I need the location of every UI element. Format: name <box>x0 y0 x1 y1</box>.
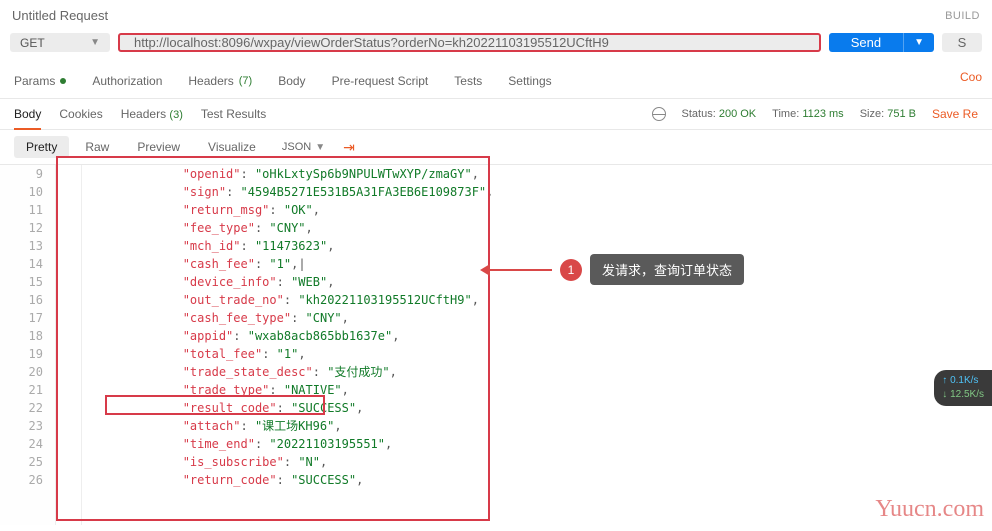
annotation-number: 1 <box>560 259 582 281</box>
resp-tab-cookies[interactable]: Cookies <box>59 107 102 121</box>
send-dropdown[interactable]: ▼ <box>903 33 934 52</box>
url-input[interactable]: http://localhost:8096/wxpay/viewOrderSta… <box>118 33 821 52</box>
response-body[interactable]: 91011121314151617181920212223242526 "ope… <box>0 165 992 525</box>
tab-headers[interactable]: Headers (7) <box>188 68 252 98</box>
resp-tab-results[interactable]: Test Results <box>201 107 266 121</box>
method-selector[interactable]: GET ▼ <box>10 33 110 52</box>
resp-tab-body[interactable]: Body <box>14 107 41 130</box>
resp-tab-headers[interactable]: Headers (3) <box>121 107 183 121</box>
arrow-icon <box>482 269 552 271</box>
request-title[interactable]: Untitled Request <box>12 8 108 23</box>
time-block: Time: 1123 ms <box>772 108 844 120</box>
chevron-down-icon: ▼ <box>90 37 100 48</box>
save-button[interactable]: S <box>942 33 982 52</box>
wrap-icon[interactable]: ⇥ <box>343 139 355 156</box>
view-raw[interactable]: Raw <box>73 136 121 158</box>
network-stats: ↑ 0.1K/s ↓ 12.5K/s <box>934 370 992 406</box>
download-speed: ↓ 12.5K/s <box>942 388 984 402</box>
format-selector[interactable]: JSON ▼ <box>272 137 335 157</box>
size-block: Size: 751 B <box>860 108 916 120</box>
url-text: http://localhost:8096/wxpay/viewOrderSta… <box>134 35 609 50</box>
annotation: 1 发请求，查询订单状态 <box>482 254 744 285</box>
fold-ruler <box>56 165 82 525</box>
tab-prerequest[interactable]: Pre-request Script <box>332 68 429 98</box>
view-pretty[interactable]: Pretty <box>14 136 69 158</box>
tab-body[interactable]: Body <box>278 68 305 98</box>
upload-speed: ↑ 0.1K/s <box>942 374 984 388</box>
cookies-link[interactable]: Coo <box>960 70 982 84</box>
send-button[interactable]: Send <box>829 33 903 52</box>
dot-icon <box>60 78 66 84</box>
chevron-down-icon: ▼ <box>315 142 325 153</box>
annotation-text: 发请求，查询订单状态 <box>590 254 744 285</box>
tab-tests[interactable]: Tests <box>454 68 482 98</box>
tab-authorization[interactable]: Authorization <box>92 68 162 98</box>
view-preview[interactable]: Preview <box>125 136 192 158</box>
tab-params[interactable]: Params <box>14 68 66 98</box>
build-label: BUILD <box>945 10 980 22</box>
watermark: Yuucn.com <box>875 496 984 523</box>
method-value: GET <box>20 36 45 50</box>
tab-settings[interactable]: Settings <box>508 68 551 98</box>
view-visualize[interactable]: Visualize <box>196 136 268 158</box>
save-response[interactable]: Save Re <box>932 107 978 121</box>
status-block: Status: 200 OK <box>682 108 757 120</box>
globe-icon[interactable] <box>652 107 666 121</box>
